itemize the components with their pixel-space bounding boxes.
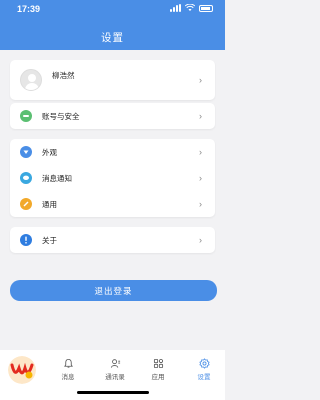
page-title: 设置 [101,32,124,44]
tab-label: 消息 [61,374,75,381]
bell-icon [63,358,73,368]
menu-item-notifications[interactable]: 消息通知 › [10,165,215,191]
status-bar: 17:39 [0,0,225,20]
menu-item-label: 消息通知 [42,173,72,183]
info-icon [20,234,32,246]
menu-item-label: 通用 [42,199,57,209]
menu-item-account[interactable]: 账号与安全 › [10,103,215,129]
apps-icon [153,358,163,369]
account-security-icon [20,110,32,122]
chevron-right-icon: › [199,147,202,157]
preferences-card: 外观 › 消息通知 › 通用 › [10,139,215,217]
tab-messages[interactable]: 消息 [54,358,82,381]
contacts-icon [110,359,120,368]
battery-icon [199,4,213,12]
profile-card[interactable]: 柳浩然 › [10,60,215,100]
appearance-icon [20,146,32,158]
chevron-right-icon: › [199,75,202,85]
profile-row[interactable]: 柳浩然 › [10,60,215,100]
menu-item-label: 外观 [42,147,57,157]
gear-icon [198,358,210,369]
menu-item-general[interactable]: 通用 › [10,191,215,217]
logout-button[interactable]: 退出登录 [10,280,217,301]
tab-label: 设置 [197,374,211,381]
tab-contacts[interactable]: 通讯录 [101,358,129,381]
menu-item-label: 关于 [42,235,57,245]
status-icons [170,4,213,12]
home-indicator [77,391,149,394]
signal-icon [170,4,181,12]
menu-item-about[interactable]: 关于 › [10,227,215,253]
account-card[interactable]: 账号与安全 › [10,103,215,129]
status-time: 17:39 [17,4,41,14]
header-bar: 17:39 设置 [0,0,225,50]
menu-item-appearance[interactable]: 外观 › [10,139,215,165]
tab-label: 通讯录 [105,374,125,381]
profile-name: 柳浩然 [52,70,75,80]
menu-item-label: 账号与安全 [42,111,80,121]
avatar [20,69,42,91]
tab-settings[interactable]: 设置 [190,358,218,381]
general-icon [20,198,32,210]
chevron-right-icon: › [199,173,202,183]
notification-icon [20,172,32,184]
chevron-right-icon: › [199,199,202,209]
about-card[interactable]: 关于 › [10,227,215,253]
app-logo [8,356,36,384]
wifi-icon [185,4,195,11]
chevron-right-icon: › [199,111,202,121]
tab-label: 应用 [151,374,165,381]
tab-apps[interactable]: 应用 [144,358,172,381]
chevron-right-icon: › [199,235,202,245]
